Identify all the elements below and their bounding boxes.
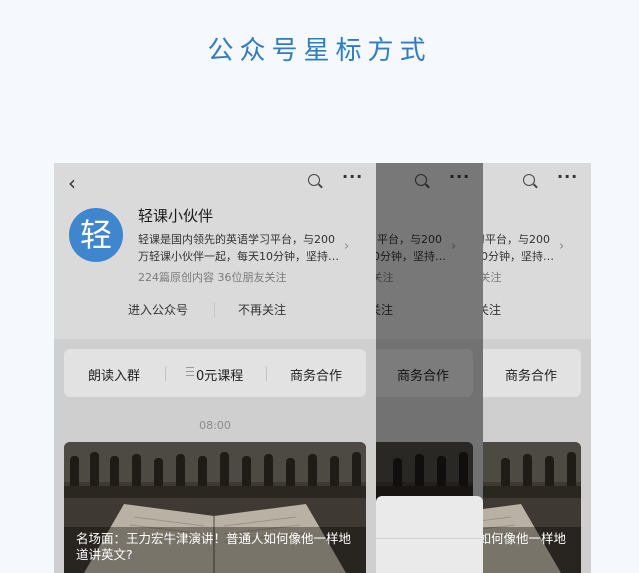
account-description[interactable]: 轻课是国内领先的英语学习平台，与200 万轻课小伙伴一起，每天10分钟，坚持… xyxy=(483,231,561,265)
unfollow-button[interactable]: 不再关注 xyxy=(483,301,501,318)
article-title: 名场面：王力宏牛津演讲！普通人如何像他一样地道讲英文? xyxy=(483,531,567,546)
screen-panel-2: ··· 轻课是国内领先的英语学习平台，与200 万轻课小伙伴一起，每天10分钟，… xyxy=(376,163,483,573)
account-stats: 224篇原创内容 36位朋友关注 xyxy=(138,271,287,284)
screen-panel-3: ··· 轻课是国内领先的英语学习平台，与200 万轻课小伙伴一起，每天10分钟，… xyxy=(483,163,591,573)
screen-content: ‹ ··· 轻 轻课小伙伴 轻课是国内领先的英语学习平台，与200 万轻课小伙伴… xyxy=(54,163,376,573)
enter-account-button[interactable]: 进入公众号 xyxy=(128,301,188,318)
page-title: 公众号星标方式 xyxy=(207,36,432,66)
account-name: 轻课小伙伴 xyxy=(138,207,214,225)
search-icon[interactable] xyxy=(523,174,535,186)
more-icon[interactable]: ··· xyxy=(557,167,578,186)
divider xyxy=(266,367,267,381)
message-timestamp: 08:00 xyxy=(483,419,591,432)
bottom-sheet[interactable] xyxy=(376,496,483,573)
list-icon xyxy=(186,367,194,376)
article-title: 名场面：王力宏牛津演讲！普通人如何像他一样地道讲英文? xyxy=(76,531,352,562)
chevron-right-icon[interactable]: › xyxy=(559,239,564,254)
message-timestamp: 08:00 xyxy=(199,419,231,432)
menu-item-free-course[interactable]: 0元课程 xyxy=(196,365,243,384)
unfollow-button[interactable]: 不再关注 xyxy=(238,301,286,318)
menu-bar: 朗读入群 0元课程 商务合作 xyxy=(64,349,366,397)
screen-content: ··· 轻课是国内领先的英语学习平台，与200 万轻课小伙伴一起，每天10分钟，… xyxy=(483,163,591,573)
divider xyxy=(214,303,215,317)
article-card[interactable]: 名场面：王力宏牛津演讲！普通人如何像他一样地道讲英文? xyxy=(64,442,366,573)
divider xyxy=(376,538,483,539)
search-icon[interactable] xyxy=(308,174,320,186)
article-card[interactable]: 名场面：王力宏牛津演讲！普通人如何像他一样地道讲英文? xyxy=(483,442,581,573)
menu-item-read-group[interactable]: 朗读入群 xyxy=(88,365,140,384)
screenshot-strip: ‹ ··· 轻 轻课小伙伴 轻课是国内领先的英语学习平台，与200 万轻课小伙伴… xyxy=(54,163,591,573)
screen-panel-1: ‹ ··· 轻 轻课小伙伴 轻课是国内领先的英语学习平台，与200 万轻课小伙伴… xyxy=(54,163,376,573)
menu-item-business[interactable]: 商务合作 xyxy=(290,365,342,384)
menu-bar: 商务合作 xyxy=(483,349,581,397)
divider xyxy=(165,367,166,381)
back-chevron-icon[interactable]: ‹ xyxy=(68,171,76,195)
menu-item-business[interactable]: 商务合作 xyxy=(505,365,557,384)
more-icon[interactable]: ··· xyxy=(342,167,363,186)
avatar: 轻 xyxy=(69,208,123,262)
chevron-right-icon[interactable]: › xyxy=(344,239,349,254)
account-description[interactable]: 轻课是国内领先的英语学习平台，与200 万轻课小伙伴一起，每天10分钟，坚持… xyxy=(138,231,346,265)
account-stats: 224篇原创内容 36位朋友关注 xyxy=(483,271,502,284)
